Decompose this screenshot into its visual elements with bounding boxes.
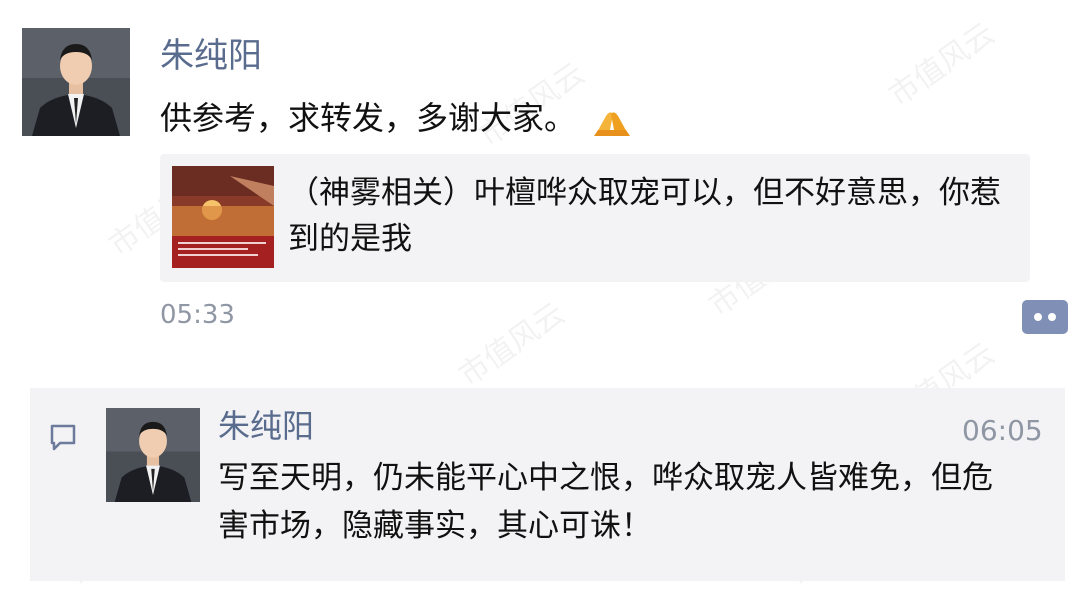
post-author-avatar[interactable] bbox=[22, 28, 130, 136]
comment-bubble-icon bbox=[48, 422, 78, 452]
watermark: 市值风云 bbox=[452, 296, 572, 394]
person-avatar-icon bbox=[22, 28, 130, 136]
comment-author-avatar[interactable] bbox=[106, 408, 200, 502]
article-title: （神雾相关）叶檀哗众取宠可以，但不好意思，你惹到的是我 bbox=[288, 175, 1001, 257]
post-author-name[interactable]: 朱纯阳 bbox=[160, 36, 262, 76]
article-thumbnail bbox=[172, 166, 274, 268]
comment-text: 写至天明，仍未能平心中之恨，哗众取宠人皆难免，但危害市场，隐藏事实，其心可诛！ bbox=[218, 460, 993, 544]
comment-menu-button[interactable] bbox=[1022, 300, 1068, 334]
dot-icon bbox=[1048, 313, 1056, 321]
dot-icon bbox=[1034, 313, 1042, 321]
watermark: 市值风云 bbox=[882, 16, 1002, 114]
post-text-content: 供参考，求转发，多谢大家。 bbox=[160, 99, 577, 137]
comment-timestamp: 06:05 bbox=[962, 414, 1043, 447]
post-text: 供参考，求转发，多谢大家。 bbox=[160, 94, 634, 142]
comment-author-name[interactable]: 朱纯阳 bbox=[218, 406, 314, 446]
folded-hands-emoji-icon bbox=[590, 100, 634, 140]
person-avatar-icon bbox=[106, 408, 200, 502]
shared-article-card[interactable]: （神雾相关）叶檀哗众取宠可以，但不好意思，你惹到的是我 bbox=[160, 154, 1030, 282]
post-timestamp: 05:33 bbox=[160, 300, 235, 330]
